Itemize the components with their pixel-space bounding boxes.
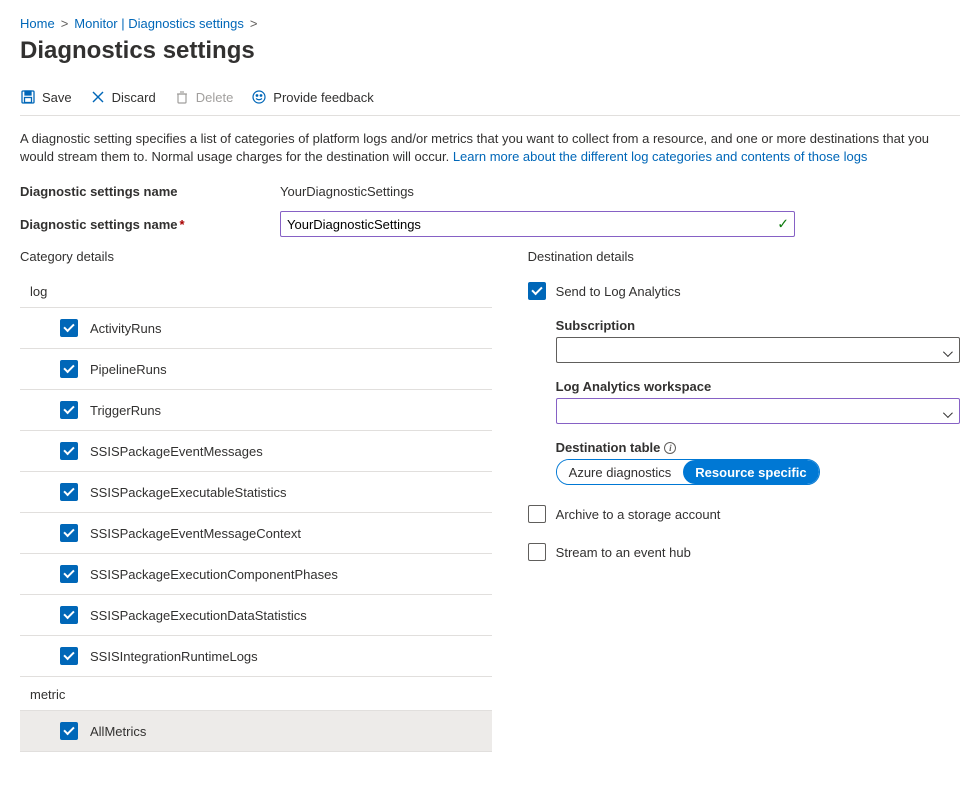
close-icon (90, 89, 106, 105)
log-label: TriggerRuns (90, 403, 161, 418)
discard-label: Discard (112, 90, 156, 105)
destination-table-label-text: Destination table (556, 440, 661, 455)
save-button[interactable]: Save (20, 89, 72, 105)
info-icon[interactable]: i (664, 442, 676, 454)
destination-details-header: Destination details (528, 249, 960, 264)
workspace-label: Log Analytics workspace (556, 379, 960, 394)
breadcrumb-monitor[interactable]: Monitor | Diagnostics settings (74, 16, 244, 31)
provide-feedback-button[interactable]: Provide feedback (251, 89, 373, 105)
log-checkbox-row: SSISPackageEventMessages (20, 431, 492, 472)
log-checkbox-row: ActivityRuns (20, 308, 492, 349)
log-group-header: log (20, 274, 492, 308)
checkbox-triggerruns[interactable] (60, 401, 78, 419)
checkbox-ssispackageeventmessagecontext[interactable] (60, 524, 78, 542)
log-label: SSISPackageExecutableStatistics (90, 485, 287, 500)
log-label: SSISPackageExecutionComponentPhases (90, 567, 338, 582)
metric-checkbox-row: AllMetrics (20, 711, 492, 752)
log-checkbox-row: PipelineRuns (20, 349, 492, 390)
log-checkbox-row: SSISPackageExecutableStatistics (20, 472, 492, 513)
checkbox-ssispackageeventmessages[interactable] (60, 442, 78, 460)
name-display-row: Diagnostic settings name YourDiagnosticS… (20, 184, 960, 199)
checkbox-activityruns[interactable] (60, 319, 78, 337)
stream-label: Stream to an event hub (556, 545, 691, 560)
save-icon (20, 89, 36, 105)
log-label: SSISPackageEventMessages (90, 444, 263, 459)
toolbar: Save Discard Delete Provide feedback (20, 89, 960, 116)
log-checkbox-row: SSISPackageEventMessageContext (20, 513, 492, 554)
subscription-label: Subscription (556, 318, 960, 333)
chevron-right-icon: > (250, 16, 258, 31)
name-display-value: YourDiagnosticSettings (280, 184, 414, 199)
checkbox-stream-eventhub[interactable] (528, 543, 546, 561)
chevron-down-icon (943, 345, 953, 355)
checkbox-allmetrics[interactable] (60, 722, 78, 740)
name-input-label-text: Diagnostic settings name (20, 217, 177, 232)
toggle-resource-specific[interactable]: Resource specific (683, 460, 818, 484)
save-label: Save (42, 90, 72, 105)
destination-table-toggle: Azure diagnostics Resource specific (556, 459, 820, 485)
breadcrumb: Home > Monitor | Diagnostics settings > (20, 16, 960, 31)
name-input-label: Diagnostic settings name* (20, 217, 280, 232)
chevron-down-icon (943, 406, 953, 416)
checkbox-archive-storage[interactable] (528, 505, 546, 523)
archive-label: Archive to a storage account (556, 507, 721, 522)
checkbox-ssisintegrationruntimelogs[interactable] (60, 647, 78, 665)
name-input-row: Diagnostic settings name* ✓ (20, 211, 960, 237)
page-title: Diagnostics settings (20, 37, 960, 65)
name-label: Diagnostic settings name (20, 184, 280, 199)
log-label: SSISIntegrationRuntimeLogs (90, 649, 258, 664)
checkbox-ssispackageexecutioncomponentphases[interactable] (60, 565, 78, 583)
log-checkbox-row: SSISPackageExecutionDataStatistics (20, 595, 492, 636)
log-label: ActivityRuns (90, 321, 162, 336)
checkbox-ssispackageexecutiondatastatistics[interactable] (60, 606, 78, 624)
required-asterisk: * (179, 217, 184, 232)
chevron-right-icon: > (61, 16, 69, 31)
diagnostic-name-input[interactable] (280, 211, 795, 237)
send-log-analytics-label: Send to Log Analytics (556, 284, 681, 299)
category-details-header: Category details (20, 249, 492, 264)
smile-icon (251, 89, 267, 105)
description-text: A diagnostic setting specifies a list of… (20, 130, 960, 166)
log-label: SSISPackageExecutionDataStatistics (90, 608, 307, 623)
discard-button[interactable]: Discard (90, 89, 156, 105)
delete-label: Delete (196, 90, 234, 105)
checkmark-icon: ✓ (777, 216, 789, 233)
trash-icon (174, 89, 190, 105)
checkbox-ssispackageexecutablestatistics[interactable] (60, 483, 78, 501)
checkbox-pipelineruns[interactable] (60, 360, 78, 378)
learn-more-link[interactable]: Learn more about the different log categ… (453, 149, 868, 164)
destination-table-label: Destination table i (556, 440, 960, 455)
log-checkbox-row: SSISPackageExecutionComponentPhases (20, 554, 492, 595)
log-checkbox-row: SSISIntegrationRuntimeLogs (20, 636, 492, 677)
workspace-select[interactable] (556, 398, 960, 424)
checkbox-send-log-analytics[interactable] (528, 282, 546, 300)
feedback-label: Provide feedback (273, 90, 373, 105)
log-checkbox-row: TriggerRuns (20, 390, 492, 431)
metric-label: AllMetrics (90, 724, 146, 739)
log-label: SSISPackageEventMessageContext (90, 526, 301, 541)
toggle-azure-diagnostics[interactable]: Azure diagnostics (557, 460, 684, 484)
log-label: PipelineRuns (90, 362, 167, 377)
delete-button: Delete (174, 89, 234, 105)
breadcrumb-home[interactable]: Home (20, 16, 55, 31)
subscription-select[interactable] (556, 337, 960, 363)
metric-group-header: metric (20, 677, 492, 711)
